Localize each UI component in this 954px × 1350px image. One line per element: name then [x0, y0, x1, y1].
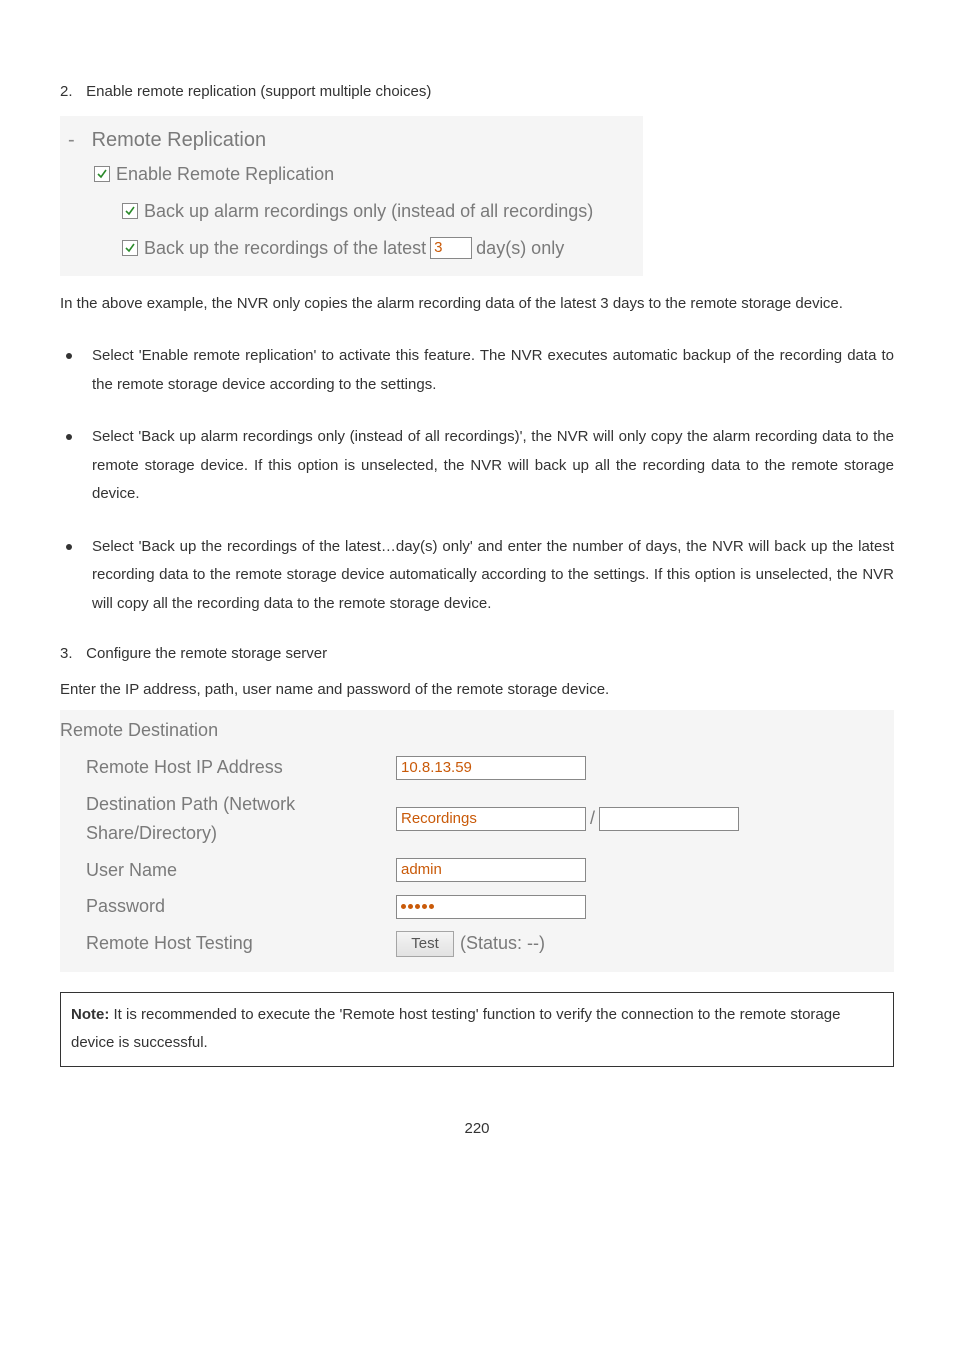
note-box: Note: It is recommended to execute the '…	[60, 992, 894, 1067]
username-label: User Name	[60, 856, 396, 885]
backup-alarm-only-row[interactable]: Back up alarm recordings only (instead o…	[122, 193, 635, 230]
step-3-text: Configure the remote storage server	[86, 645, 327, 662]
remote-replication-panel: - Remote Replication Enable Remote Repli…	[60, 116, 643, 276]
destination-directory-input[interactable]	[599, 807, 739, 831]
test-status: (Status: --)	[460, 929, 545, 958]
password-row: Password	[60, 888, 886, 925]
collapse-dash-icon[interactable]: -	[68, 124, 86, 156]
backup-latest-days-label-a: Back up the recordings of the latest	[144, 234, 426, 263]
step-2-number: 2.	[60, 80, 82, 104]
destination-path-label: Destination Path (Network Share/Director…	[60, 790, 396, 848]
remote-host-ip-input[interactable]: 10.8.13.59	[396, 756, 586, 780]
enable-remote-replication-checkbox[interactable]	[94, 166, 110, 182]
remote-host-testing-label: Remote Host Testing	[60, 929, 396, 958]
username-input[interactable]: admin	[396, 858, 586, 882]
password-input[interactable]	[396, 895, 586, 919]
bullet-1: Select 'Enable remote replication' to ac…	[60, 342, 894, 399]
step-2-line: 2. Enable remote replication (support mu…	[60, 80, 894, 104]
backup-latest-days-row[interactable]: Back up the recordings of the latest 3 d…	[122, 230, 635, 267]
bullet-list: Select 'Enable remote replication' to ac…	[60, 342, 894, 618]
username-row: User Name admin	[60, 852, 886, 889]
destination-path-row: Destination Path (Network Share/Director…	[60, 786, 886, 852]
bullet-2: Select 'Back up alarm recordings only (i…	[60, 423, 894, 509]
remote-host-ip-label: Remote Host IP Address	[60, 753, 396, 782]
paragraph-enter-ip: Enter the IP address, path, user name an…	[60, 678, 894, 702]
backup-latest-days-label-b: day(s) only	[476, 234, 564, 263]
backup-latest-days-checkbox[interactable]	[122, 240, 138, 256]
page-number: 220	[60, 1117, 894, 1141]
note-bold: Note:	[71, 1006, 109, 1023]
backup-alarm-only-label: Back up alarm recordings only (instead o…	[144, 197, 593, 226]
note-text: It is recommended to execute the 'Remote…	[71, 1006, 840, 1052]
step-3-number: 3.	[60, 642, 82, 666]
bullet-3: Select 'Back up the recordings of the la…	[60, 533, 894, 619]
backup-days-input[interactable]: 3	[430, 237, 472, 259]
remote-destination-panel: Remote Destination Remote Host IP Addres…	[60, 710, 894, 972]
backup-alarm-only-checkbox[interactable]	[122, 203, 138, 219]
paragraph-example: In the above example, the NVR only copie…	[60, 292, 894, 316]
password-mask-icon	[401, 904, 434, 909]
step-3-line: 3. Configure the remote storage server	[60, 642, 894, 666]
enable-remote-replication-label: Enable Remote Replication	[116, 160, 334, 189]
remote-host-testing-row: Remote Host Testing Test (Status: --)	[60, 925, 886, 962]
enable-remote-replication-row[interactable]: Enable Remote Replication	[94, 156, 635, 193]
remote-replication-title: Remote Replication	[92, 129, 267, 151]
step-2-text: Enable remote replication (support multi…	[86, 83, 431, 100]
remote-destination-title: Remote Destination	[60, 716, 886, 745]
remote-host-ip-row: Remote Host IP Address 10.8.13.59	[60, 749, 886, 786]
test-button[interactable]: Test	[396, 931, 454, 957]
path-slash: /	[590, 804, 595, 833]
password-label: Password	[60, 892, 396, 921]
remote-replication-title-row: - Remote Replication	[68, 124, 635, 156]
destination-share-input[interactable]: Recordings	[396, 807, 586, 831]
